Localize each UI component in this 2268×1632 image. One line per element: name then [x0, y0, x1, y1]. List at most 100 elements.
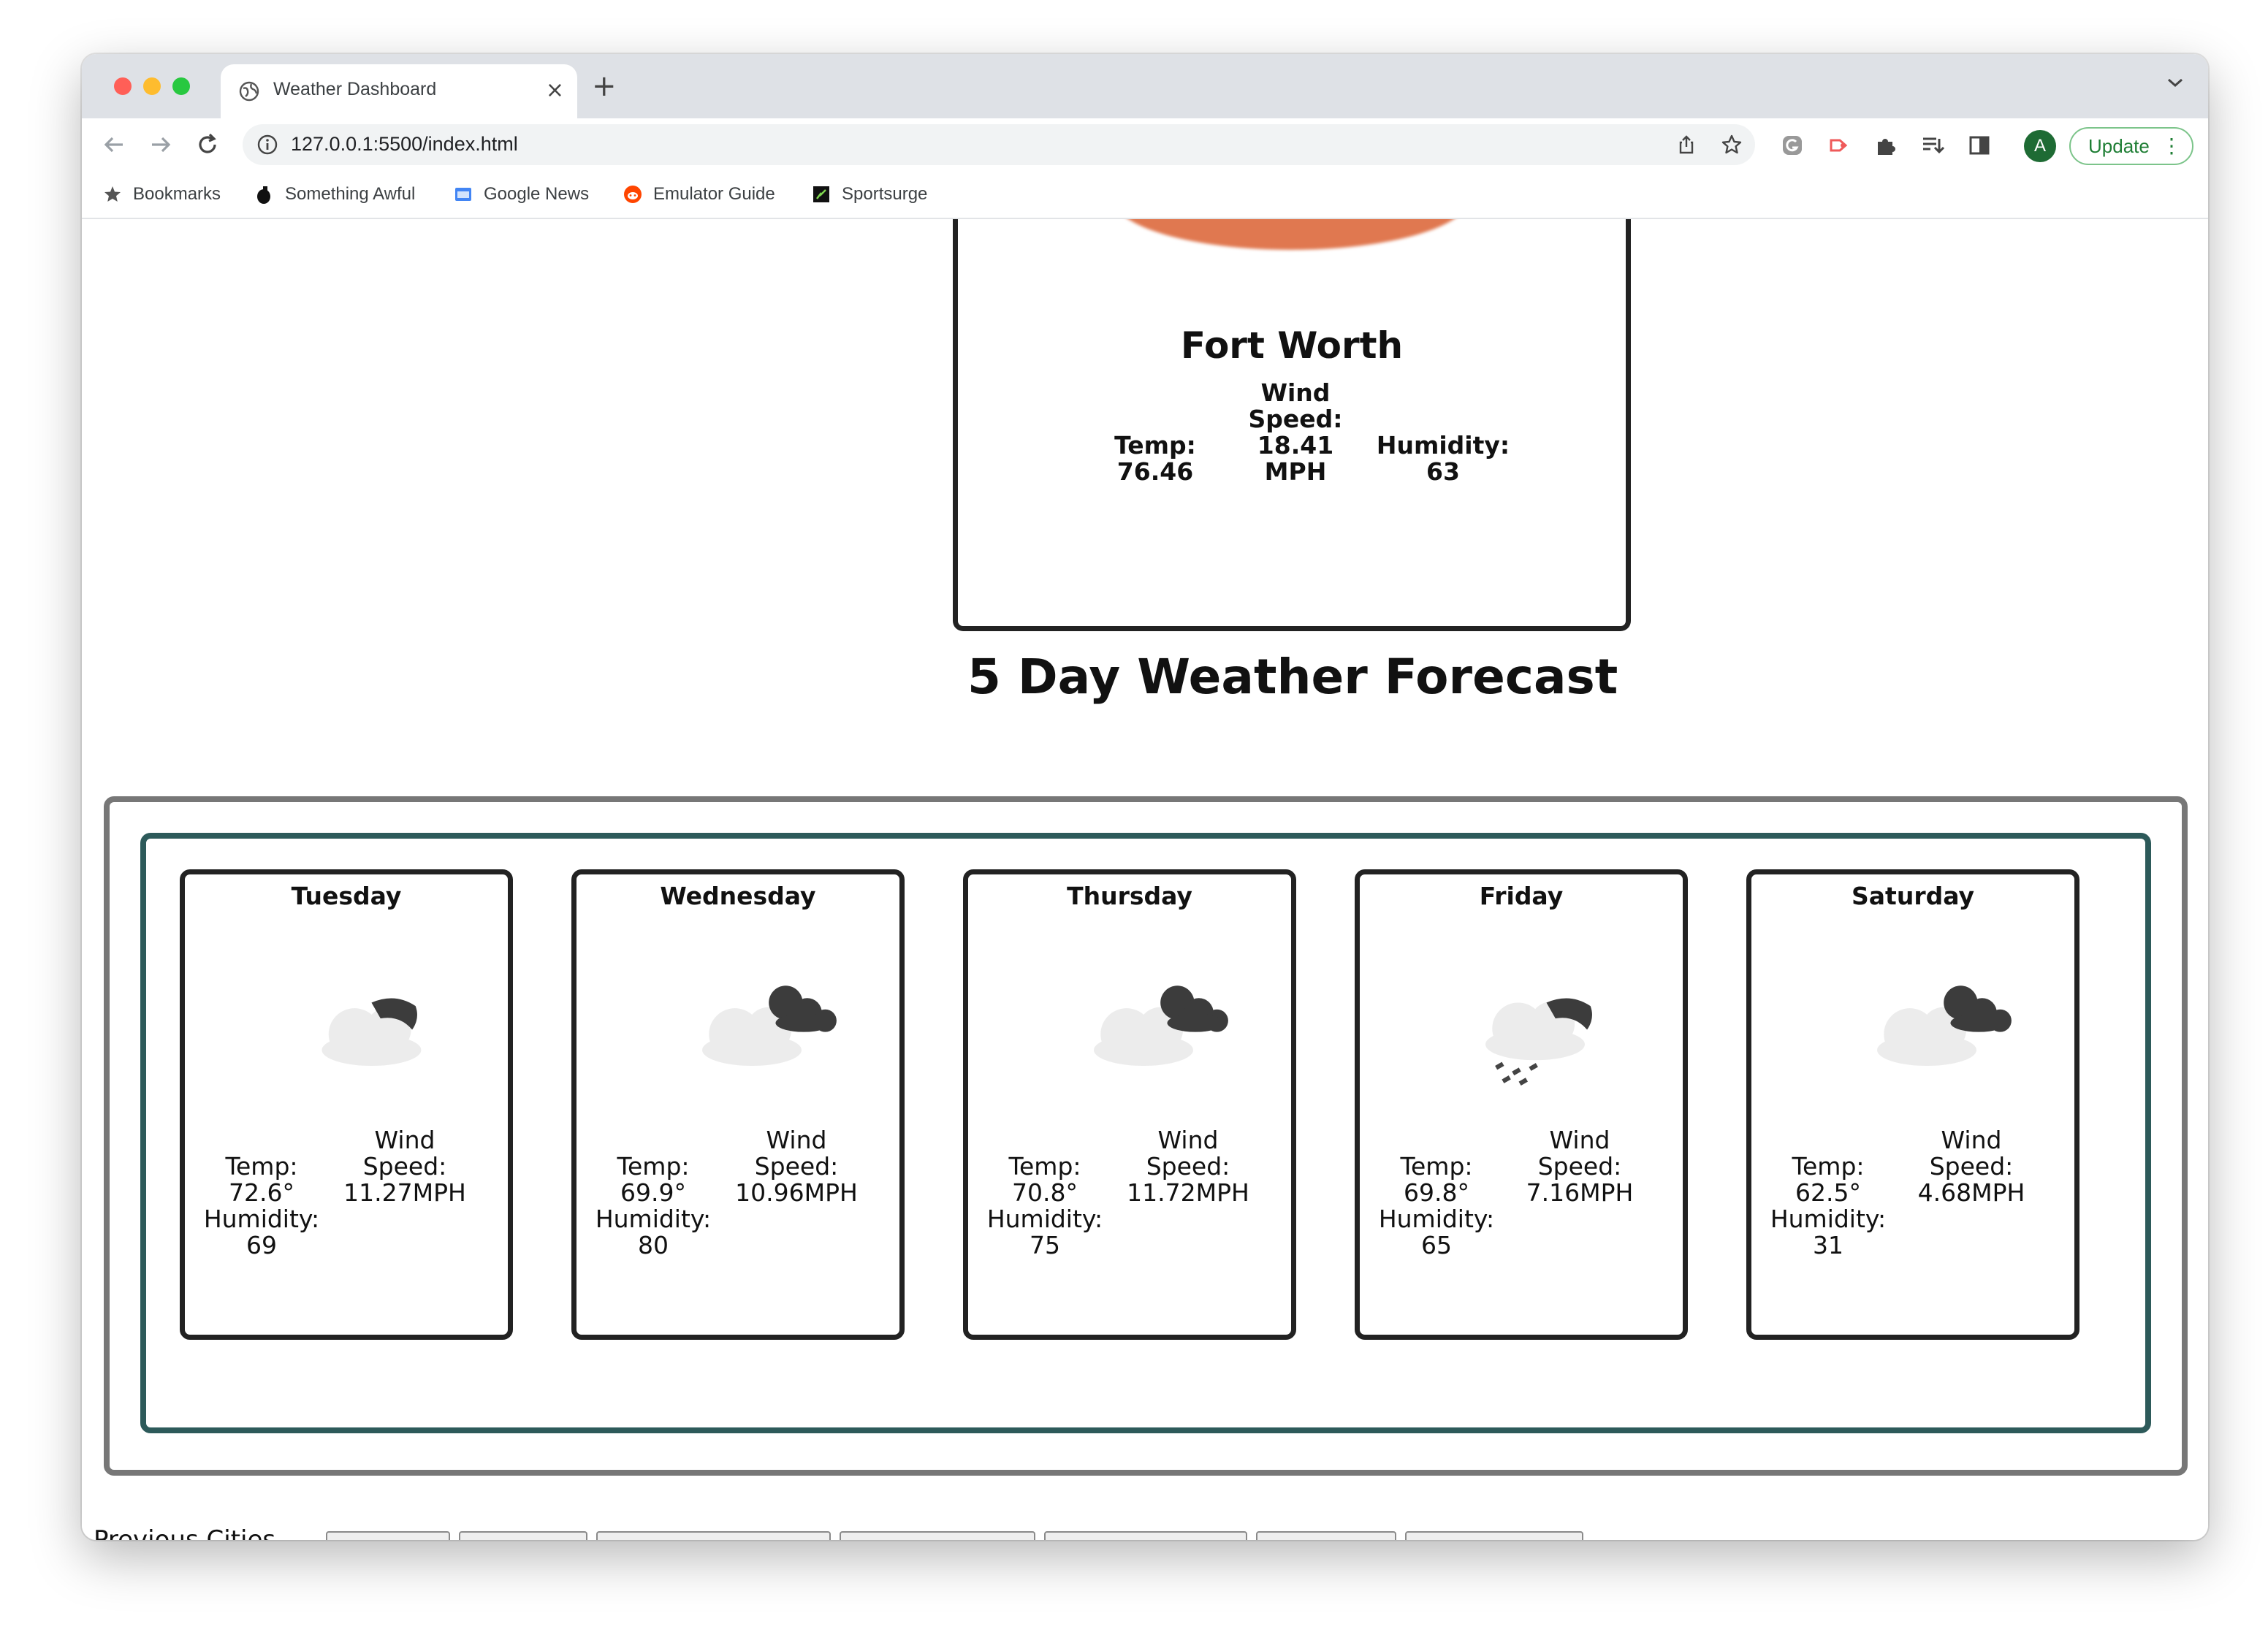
back-icon[interactable]: [98, 129, 130, 161]
current-temp-value: 76.46: [1116, 457, 1194, 486]
forecast-humidity: Humidity: 75: [983, 1206, 1107, 1259]
forecast-day-name: Saturday: [1852, 882, 1974, 910]
forecast-wind-value: 7.16MPH: [1526, 1178, 1634, 1207]
forecast-wind-label: Wind: [1549, 1126, 1610, 1154]
forecast-wind: Wind Speed: 10.96MPH: [720, 1127, 873, 1206]
bookmark-label: Emulator Guide: [653, 184, 775, 204]
address-bar[interactable]: 127.0.0.1:5500/index.html: [243, 124, 1755, 165]
broken-clouds-night-icon: [702, 985, 837, 1066]
forecast-temp-label: Temp:: [225, 1152, 298, 1181]
forecast-card-wednesday: Wednesday Temp: 69.9° Wind Speed: 10.96MPH Hum…: [571, 869, 905, 1340]
update-button-label: Update: [2088, 135, 2150, 157]
tab-weather-dashboard[interactable]: Weather Dashboard ×: [221, 64, 577, 118]
maximize-window-button[interactable]: [172, 77, 190, 95]
browser-toolbar: 127.0.0.1:5500/index.html A Update ⋮: [82, 118, 2208, 171]
minimize-window-button[interactable]: [143, 77, 161, 95]
history-button-austin[interactable]: Austin: [458, 1531, 588, 1540]
current-humidity: Humidity: 63: [1370, 432, 1516, 485]
url-text: 127.0.0.1:5500/index.html: [291, 133, 518, 155]
history-button-fort-worth[interactable]: Fort Worth: [1044, 1531, 1247, 1540]
reload-icon[interactable]: [191, 129, 224, 161]
forecast-wind-label-2: Speed:: [362, 1152, 447, 1181]
current-wind: Wind Speed: 18.41 MPH: [1247, 380, 1344, 485]
forecast-wind: Wind Speed: 11.72MPH: [1111, 1127, 1265, 1206]
forward-icon[interactable]: [145, 129, 177, 161]
history-button-minnesota[interactable]: Minnesota: [839, 1531, 1036, 1540]
forecast-wind-value: 11.27MPH: [343, 1178, 466, 1207]
new-tab-button[interactable]: +: [592, 69, 617, 104]
more-options-icon: ⋮: [2161, 134, 2182, 157]
bookmark-label: Bookmarks: [133, 184, 221, 204]
bookmark-google-news[interactable]: Google News: [453, 180, 589, 209]
browser-window: Weather Dashboard × + 127.0.0.1:5500/ind…: [82, 54, 2208, 1540]
history-button-temple[interactable]: Temple: [1255, 1531, 1397, 1540]
forecast-humidity: Humidity: 65: [1374, 1206, 1499, 1259]
forecast-card-friday: Friday Temp: 69.8° Wind Speed: 7.16MPH Humidit…: [1355, 869, 1688, 1340]
forecast-humidity-label: Humidity:: [203, 1205, 320, 1233]
current-wind-label: Wind: [1260, 378, 1331, 407]
forecast-temp-value: 69.8°: [1404, 1178, 1469, 1207]
chevron-down-icon[interactable]: [2163, 70, 2188, 95]
history-button-new-orleans[interactable]: New Orleans: [596, 1531, 831, 1540]
close-tab-icon[interactable]: ×: [546, 76, 564, 105]
current-wind-unit: MPH: [1264, 457, 1327, 486]
forecast-temp: Temp: 69.9°: [598, 1154, 708, 1206]
forecast-wind-label: Wind: [1941, 1126, 2002, 1154]
current-temp-label: Temp:: [1114, 431, 1196, 460]
grammarly-extension-icon[interactable]: [1780, 133, 1805, 158]
bookmark-label: Something Awful: [285, 184, 416, 204]
forecast-wind-value: 4.68MPH: [1917, 1178, 2025, 1207]
forecast-wind: Wind Speed: 4.68MPH: [1895, 1127, 2048, 1206]
site-info-icon[interactable]: [256, 133, 279, 156]
page-content: Fort Worth Temp: 76.46 Wind Speed: 18.41…: [82, 219, 2208, 1540]
bookmarks-bar: Bookmarks Something Awful Google News Em…: [82, 171, 2208, 219]
forecast-card-saturday: Saturday Temp: 62.5° Wind Speed: 4.68MPH Humid…: [1746, 869, 2079, 1340]
forecast-wind-label-2: Speed:: [1929, 1152, 2014, 1181]
forecast-temp-value: 62.5°: [1795, 1178, 1861, 1207]
current-temp: Temp: 76.46: [1111, 432, 1199, 485]
bookmark-star-icon[interactable]: [1720, 133, 1743, 156]
broken-clouds-night-icon: [1094, 985, 1228, 1066]
forecast-temp-label: Temp:: [1008, 1152, 1081, 1181]
forecast-humidity-label: Humidity:: [595, 1205, 712, 1233]
partly-cloudy-night-icon: [321, 998, 422, 1066]
forecast-day-name: Thursday: [1067, 882, 1192, 910]
bookmark-emulator-guide[interactable]: Emulator Guide: [623, 180, 775, 209]
close-window-button[interactable]: [114, 77, 132, 95]
bookmark-something-awful[interactable]: Something Awful: [254, 180, 415, 209]
forecast-wind-label: Wind: [1157, 1126, 1219, 1154]
cast-extension-icon[interactable]: [1827, 133, 1852, 158]
reading-list-icon[interactable]: [1920, 133, 1945, 158]
bookmark-bookmarks[interactable]: Bookmarks: [102, 180, 221, 209]
forecast-temp: Temp: 62.5°: [1773, 1154, 1883, 1206]
forecast-title: 5 Day Weather Forecast: [967, 649, 1618, 705]
history-button-arlington[interactable]: Arlington: [1405, 1531, 1583, 1540]
current-humidity-value: 63: [1426, 457, 1460, 486]
forecast-humidity: Humidity: 31: [1766, 1206, 1890, 1259]
bookmark-label: Google News: [484, 184, 590, 204]
forecast-wind-label-2: Speed:: [1146, 1152, 1230, 1181]
bookmark-sportsurge[interactable]: Sportsurge: [811, 180, 927, 209]
forecast-temp: Temp: 70.8°: [990, 1154, 1100, 1206]
broken-clouds-night-icon: [1877, 985, 2012, 1066]
tab-title: Weather Dashboard: [273, 79, 437, 99]
forecast-temp-value: 69.9°: [620, 1178, 686, 1207]
forecast-temp-value: 70.8°: [1012, 1178, 1078, 1207]
forecast-day-name: Tuesday: [291, 882, 402, 910]
forecast-humidity-value: 75: [1030, 1231, 1060, 1259]
star-icon: [104, 186, 121, 202]
side-panel-icon[interactable]: [1967, 133, 1992, 158]
update-button[interactable]: Update ⋮: [2069, 127, 2193, 165]
forecast-temp-value: 72.6°: [229, 1178, 294, 1207]
forecast-humidity-value: 69: [246, 1231, 277, 1259]
tab-strip: Weather Dashboard × +: [82, 54, 2208, 118]
share-icon[interactable]: [1675, 133, 1698, 156]
forecast-humidity-label: Humidity:: [986, 1205, 1103, 1233]
current-city-name: Fort Worth: [1180, 324, 1404, 367]
profile-avatar[interactable]: A: [2024, 130, 2056, 162]
current-wind-value: 18.41: [1257, 431, 1334, 460]
forecast-temp: Temp: 72.6°: [207, 1154, 316, 1206]
grenade-icon: [257, 186, 270, 204]
extensions-puzzle-icon[interactable]: [1873, 133, 1898, 158]
history-button-dallas[interactable]: Dallas: [326, 1531, 450, 1540]
